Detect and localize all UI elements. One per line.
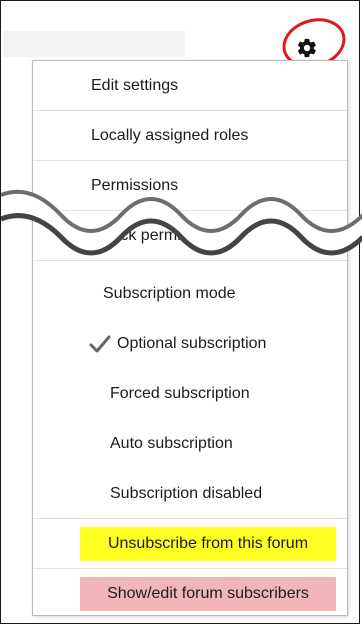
- checkmark-icon: [89, 335, 111, 353]
- menu-item-permissions[interactable]: Permissions: [33, 161, 347, 211]
- menu-item-label: Check permissions: [91, 226, 227, 244]
- menu-item-optional-subscription[interactable]: Optional subscription: [33, 319, 347, 369]
- highlight-pink: Show/edit forum subscribers: [80, 577, 336, 611]
- menu-item-locally-assigned-roles[interactable]: Locally assigned roles: [33, 111, 347, 161]
- menu-item-label: Permissions: [91, 176, 179, 194]
- page-header-panel: [3, 31, 185, 57]
- menu-item-label: Subscription mode: [103, 285, 236, 302]
- menu-item-forced-subscription[interactable]: Forced subscription: [33, 369, 347, 419]
- menu-item-unsubscribe[interactable]: Unsubscribe from this forum: [33, 519, 347, 569]
- menu-item-show-edit-subscribers[interactable]: Show/edit forum subscribers: [33, 569, 347, 619]
- menu-item-label: Auto subscription: [110, 435, 233, 452]
- screenshot-frame: Edit settings Locally assigned roles Per…: [0, 0, 362, 624]
- menu-item-label: Subscription disabled: [110, 484, 263, 502]
- menu-item-label: Show/edit forum subscribers: [107, 585, 309, 602]
- menu-item-subscription-mode: Subscription mode: [33, 269, 347, 319]
- menu-item-auto-subscription[interactable]: Auto subscription: [33, 419, 347, 469]
- settings-dropdown-menu: Edit settings Locally assigned roles Per…: [32, 60, 348, 616]
- menu-item-label: Forced subscription: [110, 385, 250, 402]
- menu-item-label: Locally assigned roles: [91, 126, 249, 144]
- menu-item-label: Unsubscribe from this forum: [107, 535, 309, 552]
- menu-item-subscription-disabled[interactable]: Subscription disabled: [33, 469, 347, 519]
- menu-item-check-permissions[interactable]: Check permissions: [33, 211, 347, 261]
- menu-item-edit-settings[interactable]: Edit settings: [33, 61, 347, 111]
- menu-item-label: Edit settings: [91, 76, 179, 94]
- highlight-yellow: Unsubscribe from this forum: [80, 527, 336, 561]
- menu-item-label: Optional subscription: [117, 335, 267, 352]
